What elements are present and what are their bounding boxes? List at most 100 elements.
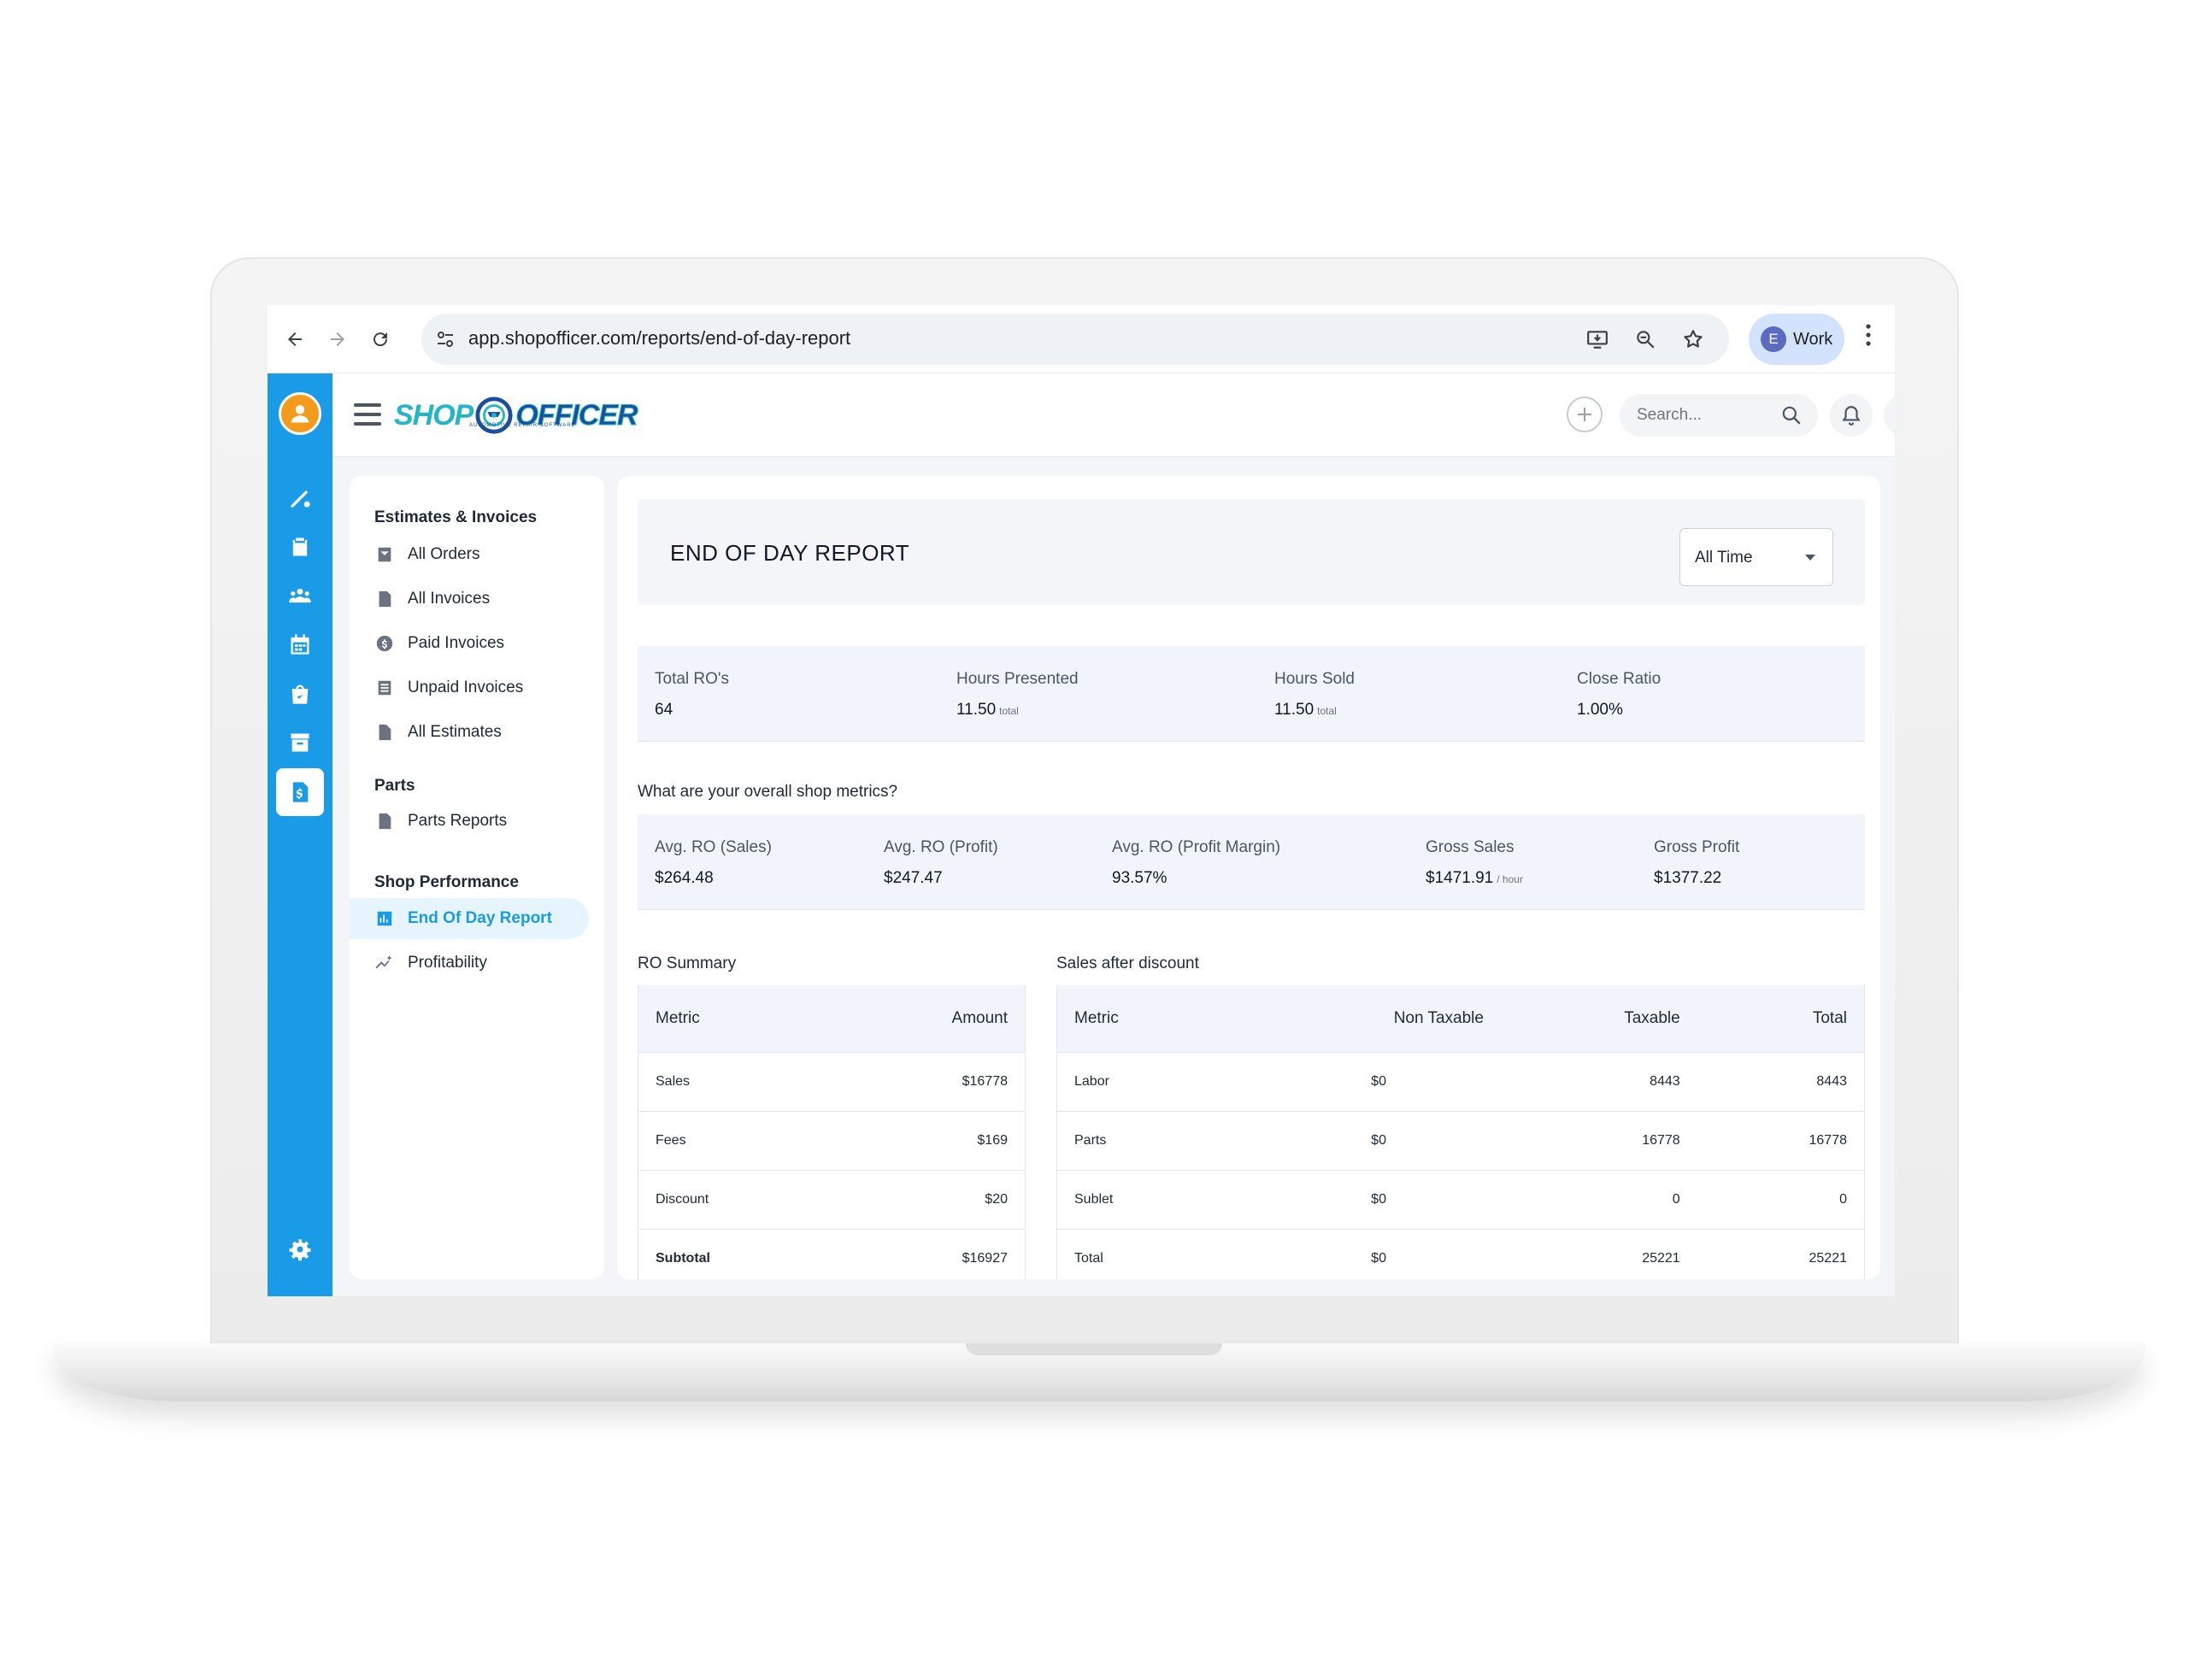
user-avatar[interactable]: [279, 392, 321, 435]
submenu-item-label: All Orders: [408, 545, 480, 563]
shop-officer-logo[interactable]: SHOP OFFICER: [394, 389, 638, 442]
row-taxable: 16778: [1500, 1111, 1697, 1171]
submenu-item-parts-reports[interactable]: Parts Reports: [350, 801, 604, 842]
zoom-icon[interactable]: [1630, 324, 1661, 355]
reload-icon[interactable]: [362, 320, 399, 358]
site-settings-icon[interactable]: [435, 329, 456, 350]
row-metric: Total: [1056, 1229, 1314, 1279]
submenu-heading-shop-performance: Shop Performance: [374, 873, 519, 891]
forward-arrow-icon[interactable]: [319, 320, 356, 358]
metric-value: $247.47: [884, 869, 943, 887]
submenu-item-all-invoices[interactable]: All Invoices: [350, 579, 604, 620]
app-header: SHOP OFFICER AUTOMOTIVE REPAIR SOFTWARE: [332, 373, 1895, 457]
metric-label: Hours Presented: [956, 670, 1079, 688]
ro-summary-caption: RO Summary: [638, 955, 737, 972]
back-arrow-icon[interactable]: [276, 320, 314, 358]
messages-button[interactable]: [1884, 394, 1895, 437]
submenu-item-profitability[interactable]: Profitability: [350, 943, 604, 984]
customers-icon[interactable]: [268, 574, 332, 617]
archive-icon[interactable]: [268, 721, 332, 764]
sales-after-discount-table: Metric Non Taxable Taxable Total Labor $…: [1056, 985, 1865, 1279]
metric-unit: / hour: [1497, 873, 1523, 885]
laptop-notch: [966, 1343, 1222, 1355]
profile-button[interactable]: E Work: [1749, 314, 1844, 365]
search-input[interactable]: [1637, 394, 1765, 437]
caret-down-icon: [1805, 555, 1815, 561]
column-header-metric: Metric: [1056, 985, 1314, 1053]
browser-menu-icon[interactable]: [1864, 322, 1873, 355]
search-icon[interactable]: [1780, 404, 1803, 426]
orders-icon: [378, 547, 391, 562]
submenu-item-label: All Estimates: [408, 723, 502, 741]
submenu-item-paid-invoices[interactable]: Paid Invoices: [350, 623, 604, 664]
row-metric: Parts: [1056, 1111, 1314, 1171]
row-total: 25221: [1697, 1229, 1865, 1279]
metric-total-ros: Total RO's 64: [655, 670, 729, 720]
address-bar[interactable]: app.shopofficer.com/reports/end-of-day-r…: [421, 314, 1729, 365]
submenu-item-all-orders[interactable]: All Orders: [350, 534, 604, 575]
metric-value: 93.57%: [1112, 869, 1168, 887]
settings-gear-icon[interactable]: [268, 1228, 332, 1271]
table-row: Parts $0 16778 16778: [1056, 1111, 1865, 1171]
table-row: Discount $20: [638, 1170, 1026, 1230]
logo-tagline: AUTOMOTIVE REPAIR SOFTWARE: [469, 423, 576, 428]
metric-label: Hours Sold: [1274, 670, 1355, 688]
ro-summary-table: Metric Amount Sales $16778 Fees $169 Dis…: [638, 985, 1026, 1279]
add-new-button[interactable]: [1567, 397, 1603, 432]
install-app-icon[interactable]: [1582, 324, 1613, 355]
metric-gross-sales: Gross Sales $1471.91/ hour: [1426, 838, 1523, 888]
metric-value: 1.00%: [1577, 701, 1623, 719]
column-header-taxable: Taxable: [1500, 985, 1697, 1053]
row-metric: Sublet: [1056, 1170, 1314, 1230]
metric-avg-ro-profit-margin: Avg. RO (Profit Margin) 93.57%: [1112, 838, 1280, 888]
logo-wheel-icon: [475, 397, 513, 434]
row-non-taxable: $0: [1313, 1229, 1501, 1279]
table-row: Subtotal $16927: [638, 1229, 1026, 1279]
row-taxable: 8443: [1500, 1052, 1697, 1112]
time-filter-value: All Time: [1695, 549, 1753, 567]
row-amount: $20: [830, 1170, 1026, 1230]
metric-gross-profit: Gross Profit $1377.22: [1654, 838, 1739, 888]
column-header-metric: Metric: [638, 985, 831, 1053]
row-metric: Discount: [638, 1170, 831, 1230]
shopping-bag-icon[interactable]: [268, 673, 332, 715]
row-total: 0: [1697, 1170, 1865, 1230]
url-text[interactable]: app.shopofficer.com/reports/end-of-day-r…: [468, 327, 850, 350]
table-row: Sublet $0 0 0: [1056, 1170, 1865, 1230]
hamburger-menu-icon[interactable]: [354, 403, 381, 426]
row-taxable: 25221: [1500, 1229, 1697, 1279]
submenu-item-all-estimates[interactable]: All Estimates: [350, 712, 604, 753]
metric-label: Avg. RO (Profit Margin): [1112, 838, 1281, 856]
time-filter-select[interactable]: All Time: [1679, 528, 1833, 586]
bookmark-star-icon[interactable]: [1678, 324, 1709, 355]
profile-avatar: E: [1761, 326, 1786, 352]
calendar-icon[interactable]: [268, 623, 332, 666]
metric-unit: total: [999, 705, 1019, 717]
marketing-icon[interactable]: [268, 476, 332, 519]
submenu-heading-parts: Parts: [374, 777, 415, 795]
bell-icon: [1842, 406, 1861, 426]
profile-label: Work: [1793, 329, 1833, 349]
metric-avg-ro-sales: Avg. RO (Sales) $264.48: [655, 838, 772, 888]
row-non-taxable: $0: [1313, 1111, 1501, 1171]
icon-rail: [268, 373, 332, 1296]
summary-metrics: Total RO's 64 Hours Presented 11.50 total…: [638, 646, 1865, 742]
submenu-item-end-of-day-report[interactable]: End Of Day Report: [350, 898, 589, 939]
column-header-non-taxable: Non Taxable: [1313, 985, 1501, 1053]
row-taxable: 0: [1500, 1170, 1697, 1230]
dollar-coin-icon: [376, 635, 393, 652]
invoice-document-icon: [379, 590, 391, 608]
submenu-item-unpaid-invoices[interactable]: Unpaid Invoices: [350, 667, 604, 708]
reports-icon[interactable]: [276, 768, 324, 816]
notifications-button[interactable]: [1830, 394, 1873, 437]
row-total: 16778: [1697, 1111, 1865, 1171]
table-row: Fees $169: [638, 1111, 1026, 1171]
table-row: Labor $0 8443 8443: [1056, 1052, 1865, 1112]
column-header-total: Total: [1697, 985, 1865, 1053]
report-card: END OF DAY REPORT All Time Total RO's 64…: [617, 476, 1880, 1279]
submenu-item-label: Paid Invoices: [408, 634, 505, 652]
browser-toolbar: app.shopofficer.com/reports/end-of-day-r…: [268, 305, 1895, 373]
row-total: 8443: [1697, 1052, 1865, 1112]
row-non-taxable: $0: [1313, 1052, 1501, 1112]
clipboard-icon[interactable]: [268, 526, 332, 568]
